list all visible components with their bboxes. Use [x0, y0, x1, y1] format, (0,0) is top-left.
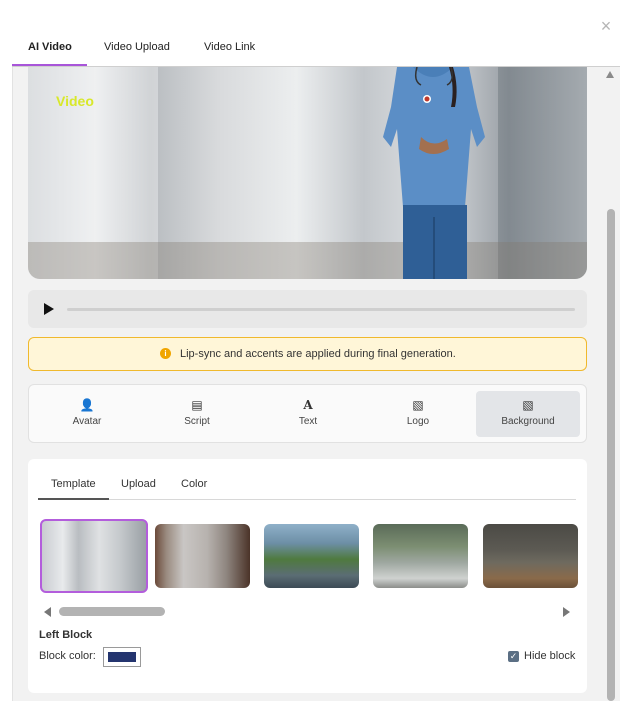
horizontal-scroll-thumb[interactable] [59, 607, 165, 616]
person-icon: 👤 [79, 398, 95, 412]
play-icon[interactable] [44, 303, 54, 315]
vertical-scrollbar[interactable] [603, 67, 617, 701]
block-color-picker[interactable] [103, 647, 141, 667]
subtab-color[interactable]: Color [181, 478, 207, 490]
background-thumbnail[interactable] [483, 524, 578, 588]
tab-video-link[interactable]: Video Link [204, 41, 255, 53]
background-thumbnail[interactable] [40, 519, 148, 593]
background-settings-card: Template Upload Color Left Block Block c… [28, 459, 587, 693]
background-thumbnail[interactable] [264, 524, 359, 588]
background-thumbnail[interactable] [373, 524, 468, 588]
editor-toolbar: 👤 Avatar ▤ Script A Text ▧ Logo ▧ Backgr… [28, 384, 587, 443]
left-block-title: Left Block [39, 629, 93, 641]
video-player-controls [28, 290, 587, 328]
scroll-left-arrow-icon[interactable] [44, 607, 51, 617]
video-preview[interactable]: Video [28, 67, 587, 279]
toolbar-logo-button[interactable]: ▧ Logo [366, 391, 470, 437]
scroll-right-arrow-icon[interactable] [563, 607, 570, 617]
active-subtab-indicator [38, 498, 109, 500]
info-banner-text: Lip-sync and accents are applied during … [180, 348, 456, 360]
subtab-template[interactable]: Template [51, 478, 96, 490]
toolbar-logo-label: Logo [406, 416, 430, 427]
info-banner: i Lip-sync and accents are applied durin… [28, 337, 587, 371]
background-thumbnail[interactable] [155, 524, 250, 588]
background-subtabs: Template Upload Color [38, 471, 576, 500]
toolbar-avatar-button[interactable]: 👤 Avatar [35, 391, 139, 437]
progress-track[interactable] [67, 308, 575, 311]
image-icon: ▧ [522, 398, 534, 412]
toolbar-script-label: Script [184, 416, 210, 427]
toolbar-script-button[interactable]: ▤ Script [145, 391, 249, 437]
subtab-upload[interactable]: Upload [121, 478, 156, 490]
image-icon: ▧ [412, 398, 424, 412]
block-color-swatch [108, 652, 136, 662]
toolbar-text-button[interactable]: A Text [256, 391, 360, 437]
video-overlay-text: Video [56, 93, 94, 109]
scroll-thumb[interactable] [607, 209, 615, 701]
tab-ai-video[interactable]: AI Video [28, 41, 72, 53]
text-icon: A [303, 398, 313, 412]
active-tab-indicator [12, 64, 87, 66]
scroll-up-arrow-icon[interactable] [606, 71, 614, 78]
toolbar-text-label: Text [298, 416, 318, 427]
document-icon: ▤ [191, 398, 203, 412]
tab-video-upload[interactable]: Video Upload [104, 41, 170, 53]
block-color-label: Block color: [39, 650, 96, 662]
toolbar-avatar-label: Avatar [72, 416, 102, 427]
toolbar-background-button[interactable]: ▧ Background [476, 391, 580, 437]
avatar-figure [383, 67, 485, 279]
tab-bar: AI Video Video Upload Video Link [12, 30, 620, 67]
info-icon: i [160, 348, 171, 359]
toolbar-background-label: Background [501, 416, 555, 427]
hide-block-checkbox[interactable]: ✓ [508, 651, 519, 662]
hide-block-label[interactable]: Hide block [524, 650, 575, 662]
